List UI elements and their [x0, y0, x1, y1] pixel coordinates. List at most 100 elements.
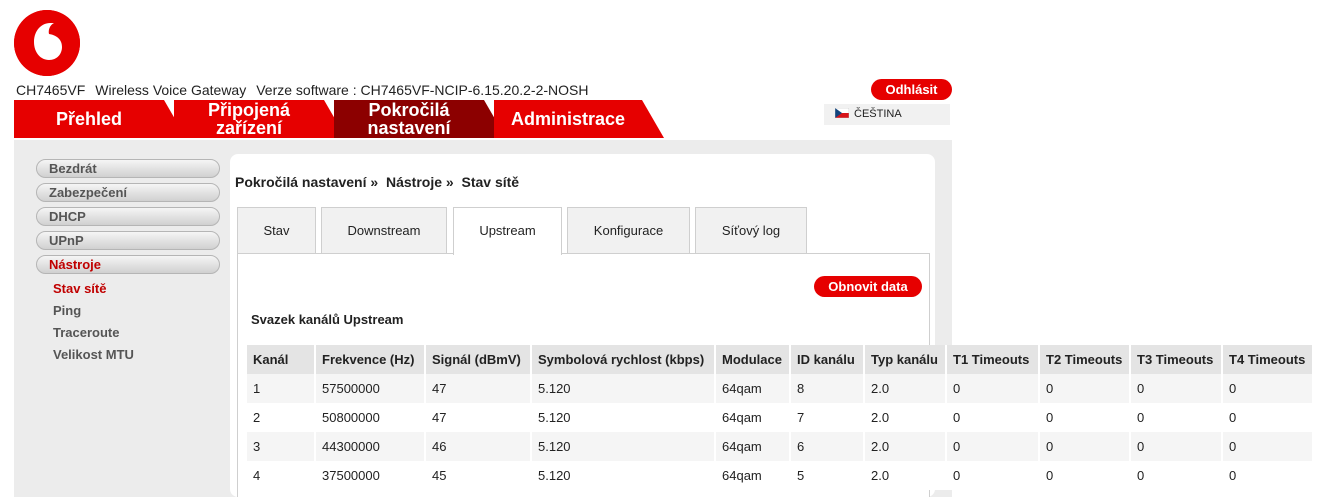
nav-tab-label-line2: zařízení [215, 118, 283, 138]
column-header: Kanál [247, 345, 316, 374]
nav-tab-label-line1: Připojená [207, 100, 291, 120]
column-header: ID kanálu [791, 345, 865, 374]
product-name: Wireless Voice Gateway [95, 82, 247, 98]
table-cell: 37500000 [316, 461, 426, 490]
breadcrumb-separator: » [445, 174, 454, 190]
language-label: ČEŠTINA [854, 108, 902, 120]
tab-stav[interactable]: Stav [237, 207, 316, 254]
sidebar-item-dhcp[interactable]: DHCP [36, 207, 220, 226]
table-cell: 0 [1131, 403, 1223, 432]
table-cell: 0 [1131, 374, 1223, 403]
table-cell: 6 [791, 432, 865, 461]
nav-tab-prehled[interactable]: Přehled [14, 100, 186, 138]
table-cell: 5.120 [532, 461, 716, 490]
router-admin-page: CH7465VF Wireless Voice Gateway Verze soft… [0, 0, 1322, 497]
breadcrumb-separator: » [370, 174, 379, 190]
vodafone-logo [14, 10, 80, 76]
table-cell: 50800000 [316, 403, 426, 432]
table-cell: 64qam [716, 403, 791, 432]
table-cell: 2.0 [865, 432, 947, 461]
upstream-table: Kanál Frekvence (Hz) Signál (dBmV) Symbo… [247, 345, 1314, 490]
refresh-data-button[interactable]: Obnovit data [814, 276, 922, 297]
column-header: T4 Timeouts [1223, 345, 1314, 374]
breadcrumb-part: Pokročilá nastavení [235, 174, 367, 190]
sidebar-item-bezdrat[interactable]: Bezdrát [36, 159, 220, 178]
sidebar-subitem-velikost-mtu[interactable]: Velikost MTU [53, 347, 134, 362]
section-title: Svazek kanálů Upstream [251, 312, 404, 327]
sidebar-subitem-ping[interactable]: Ping [53, 303, 81, 318]
tab-downstream[interactable]: Downstream [321, 207, 447, 254]
table-cell: 7 [791, 403, 865, 432]
table-cell: 44300000 [316, 432, 426, 461]
table-header-row: Kanál Frekvence (Hz) Signál (dBmV) Symbo… [247, 345, 1314, 374]
nav-tab-pripojena-zarizeni[interactable]: Připojená zařízení [174, 100, 346, 138]
sidebar-subitem-traceroute[interactable]: Traceroute [53, 325, 119, 340]
table-cell: 0 [947, 432, 1040, 461]
table-cell: 0 [1223, 374, 1314, 403]
table-cell: 8 [791, 374, 865, 403]
table-row: 4 37500000 45 5.120 64qam 5 2.0 0 0 0 0 [247, 461, 1314, 490]
breadcrumb-part: Nástroje [385, 174, 443, 190]
column-header: T2 Timeouts [1040, 345, 1131, 374]
sidebar-subitem-stav-site[interactable]: Stav sítě [53, 281, 106, 296]
nav-tab-label: Přehled [55, 109, 123, 129]
table-cell: 0 [1131, 432, 1223, 461]
table-cell: 0 [1040, 374, 1131, 403]
table-cell: 5.120 [532, 374, 716, 403]
nav-tab-label: Administrace [510, 109, 626, 129]
table-cell: 5.120 [532, 432, 716, 461]
table-cell: 57500000 [316, 374, 426, 403]
column-header: Modulace [716, 345, 791, 374]
table-cell: 0 [1040, 461, 1131, 490]
column-header: T1 Timeouts [947, 345, 1040, 374]
sidebar-item-zabezpeceni[interactable]: Zabezpečení [36, 183, 220, 202]
table-cell: 0 [1040, 432, 1131, 461]
breadcrumb: Pokročilá nastavení » Nástroje » Stav sí… [235, 174, 519, 190]
table-cell: 5 [791, 461, 865, 490]
sidebar-item-nastroje[interactable]: Nástroje [36, 255, 220, 274]
table-cell: 0 [1040, 403, 1131, 432]
language-selector[interactable]: ČEŠTINA [824, 104, 950, 125]
nav-tab-pokrocila-nastaveni[interactable]: Pokročilá nastavení [334, 100, 506, 138]
table-row: 2 50800000 47 5.120 64qam 7 2.0 0 0 0 0 [247, 403, 1314, 432]
table-cell: 2.0 [865, 461, 947, 490]
table-cell: 1 [247, 374, 316, 403]
table-cell: 4 [247, 461, 316, 490]
table-cell: 0 [1223, 461, 1314, 490]
nav-tab-label-line1: Pokročilá [368, 100, 450, 120]
table-cell: 0 [1223, 403, 1314, 432]
model-name: CH7465VF [16, 82, 86, 98]
column-header: Symbolová rychlost (kbps) [532, 345, 716, 374]
table-cell: 0 [1131, 461, 1223, 490]
table-cell: 47 [426, 403, 532, 432]
table-cell: 46 [426, 432, 532, 461]
table-row: 3 44300000 46 5.120 64qam 6 2.0 0 0 0 0 [247, 432, 1314, 461]
table-row: 1 57500000 47 5.120 64qam 8 2.0 0 0 0 0 [247, 374, 1314, 403]
device-info: CH7465VF Wireless Voice Gateway Verze soft… [16, 82, 598, 98]
table-cell: 0 [947, 374, 1040, 403]
column-header: T3 Timeouts [1131, 345, 1223, 374]
tab-upstream[interactable]: Upstream [453, 207, 562, 255]
column-header: Signál (dBmV) [426, 345, 532, 374]
table-cell: 2 [247, 403, 316, 432]
column-header: Typ kanálu [865, 345, 947, 374]
tab-sitovy-log[interactable]: Síťový log [695, 207, 807, 254]
column-header: Frekvence (Hz) [316, 345, 426, 374]
table-cell: 2.0 [865, 374, 947, 403]
table-cell: 3 [247, 432, 316, 461]
table-cell: 0 [947, 403, 1040, 432]
tab-konfigurace[interactable]: Konfigurace [567, 207, 690, 254]
table-cell: 0 [947, 461, 1040, 490]
sidebar-item-upnp[interactable]: UPnP [36, 231, 220, 250]
table-cell: 0 [1223, 432, 1314, 461]
table-cell: 64qam [716, 461, 791, 490]
czech-flag-icon [834, 105, 850, 119]
table-cell: 45 [426, 461, 532, 490]
logout-button[interactable]: Odhlásit [871, 79, 952, 100]
table-cell: 2.0 [865, 403, 947, 432]
breadcrumb-part: Stav sítě [461, 174, 520, 190]
table-cell: 47 [426, 374, 532, 403]
nav-tab-administrace[interactable]: Administrace [494, 100, 664, 138]
table-cell: 64qam [716, 432, 791, 461]
nav-tab-label-line2: nastavení [367, 118, 451, 138]
